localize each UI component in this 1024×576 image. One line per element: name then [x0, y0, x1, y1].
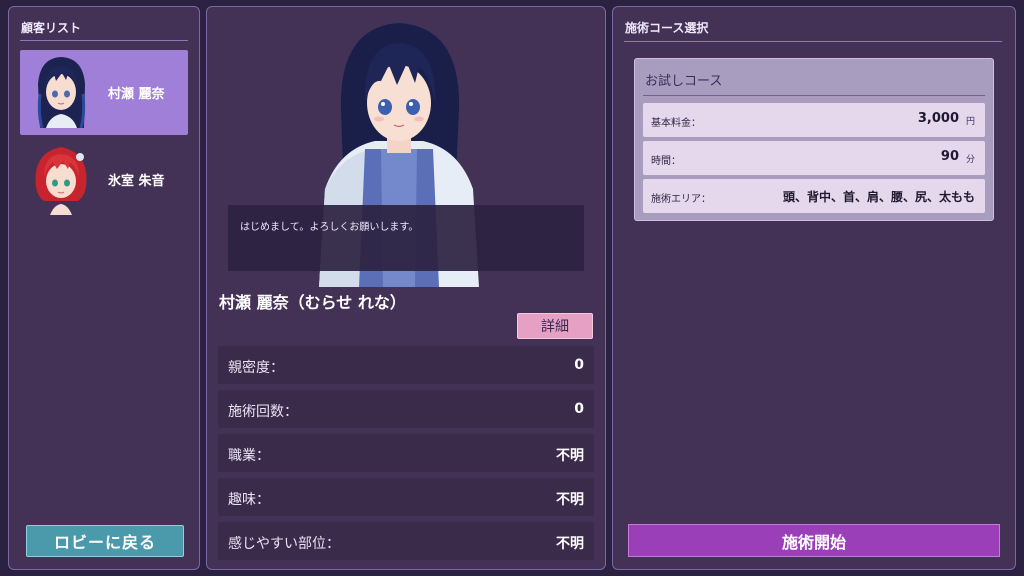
customer-list-panel: 顧客リスト 村瀬 麗奈 氷室 朱音 ロビーに戻る: [8, 6, 200, 570]
divider: [624, 41, 1002, 42]
course-unit: 円: [965, 117, 975, 127]
character-name: 村瀬 麗奈（むらせ れな）: [219, 293, 406, 312]
stat-value: 不明: [556, 536, 584, 552]
stat-label: 施術回数：: [228, 404, 298, 420]
customer-list-title: 顧客リスト: [21, 21, 82, 35]
course-selection-panel: 施術コース選択 お試しコース 基本料金： 3,000 円 時間： 90 分 施術…: [612, 6, 1016, 570]
dialog-text: はじめまして。よろしくお願いします。: [240, 222, 419, 233]
stat-label: 感じやすい部位：: [228, 536, 340, 552]
stat-value: 不明: [556, 492, 584, 508]
customer-name: 氷室 朱音: [108, 174, 165, 189]
customer-name: 村瀬 麗奈: [108, 87, 165, 102]
stat-row-hobby: 趣味： 不明: [218, 478, 594, 516]
course-row-duration: 時間： 90 分: [643, 141, 985, 175]
detail-button[interactable]: 詳細: [517, 313, 593, 339]
course-title: お試しコース: [645, 74, 723, 89]
divider: [20, 40, 188, 41]
stat-value: 0: [574, 357, 584, 373]
course-row-price: 基本料金： 3,000 円: [643, 103, 985, 137]
course-selection-title: 施術コース選択: [625, 21, 709, 35]
character-detail-panel: はじめまして。よろしくお願いします。 村瀬 麗奈（むらせ れな） 詳細 親密度：…: [206, 6, 606, 570]
stat-row-treatment-count: 施術回数： 0: [218, 390, 594, 428]
course-card-trial[interactable]: お試しコース 基本料金： 3,000 円 時間： 90 分 施術エリア： 頭、背…: [634, 58, 994, 221]
course-value: 90: [940, 149, 959, 164]
course-label: 時間：: [651, 156, 681, 167]
course-value: 頭、背中、首、肩、腰、尻、太もも: [782, 190, 975, 204]
customer-item-murase-rena[interactable]: 村瀬 麗奈: [20, 50, 188, 135]
stat-row-occupation: 職業： 不明: [218, 434, 594, 472]
return-to-lobby-button[interactable]: ロビーに戻る: [26, 525, 184, 557]
course-unit: 分: [965, 155, 975, 165]
start-treatment-button[interactable]: 施術開始: [628, 524, 1000, 557]
customer-avatar: [37, 57, 86, 128]
stat-label: 趣味：: [228, 492, 270, 508]
stat-label: 親密度：: [228, 360, 284, 376]
stat-label: 職業：: [228, 448, 270, 464]
course-row-area: 施術エリア： 頭、背中、首、肩、腰、尻、太もも: [643, 179, 985, 213]
stat-row-intimacy: 親密度： 0: [218, 346, 594, 384]
course-label: 基本料金：: [651, 118, 701, 129]
dialog-box: はじめまして。よろしくお願いします。: [228, 205, 584, 271]
customer-item-himuro-akane[interactable]: 氷室 朱音: [20, 137, 188, 222]
stat-value: 不明: [556, 448, 584, 464]
customer-avatar: [35, 147, 87, 215]
divider: [643, 95, 985, 96]
course-value: 3,000: [917, 111, 959, 126]
course-label: 施術エリア：: [651, 194, 711, 205]
stat-value: 0: [574, 401, 584, 417]
stat-row-sensitive-area: 感じやすい部位： 不明: [218, 522, 594, 560]
